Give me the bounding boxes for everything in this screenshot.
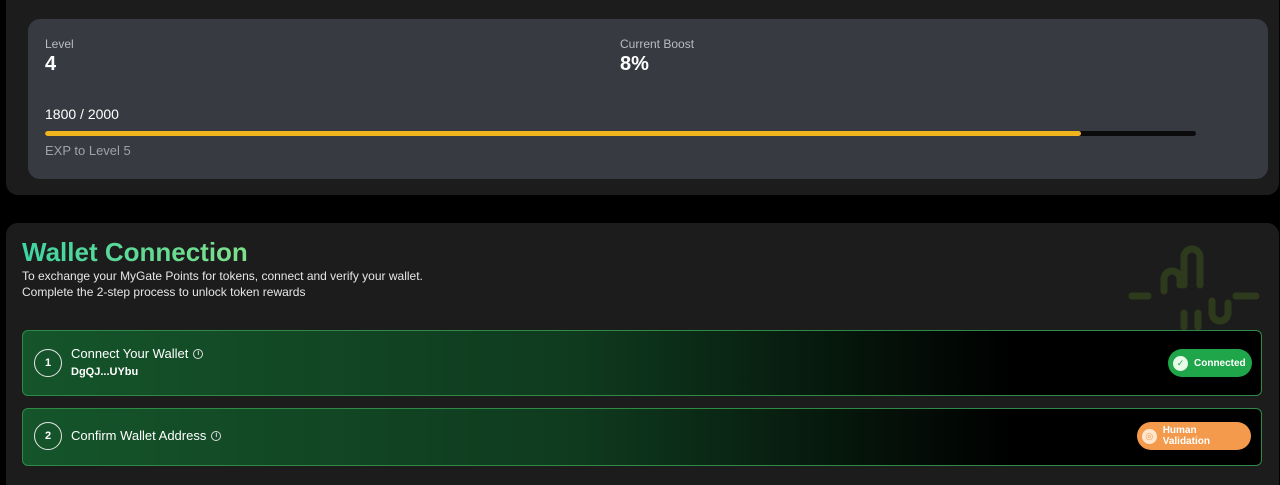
connected-status-label: Connected	[1194, 357, 1246, 369]
connected-status-badge[interactable]: ✓ Connected	[1168, 349, 1252, 377]
exp-progress-bar	[45, 131, 1196, 136]
check-icon: ✓	[1173, 355, 1188, 371]
wallet-title: Wallet Connection	[22, 237, 248, 267]
level-value: 4	[45, 53, 57, 75]
wallet-description-line2: Complete the 2-step process to unlock to…	[22, 285, 306, 299]
step-number: 2	[34, 422, 62, 450]
fingerprint-icon: ◎	[1142, 428, 1157, 444]
step-title: Confirm Wallet Address i	[71, 428, 222, 443]
wallet-address: DgQJ...UYbu	[71, 366, 139, 378]
step-number: 1	[34, 349, 62, 377]
step-title-text: Connect Your Wallet	[71, 346, 189, 361]
step-connect-wallet: 1 Connect Your Wallet i DgQJ...UYbu ✓ Co…	[22, 330, 1262, 396]
human-validation-label: Human Validation	[1162, 425, 1210, 447]
exp-progress-text: 1800 / 2000	[45, 106, 119, 122]
wallet-panel: Wallet Connection To exchange your MyGat…	[6, 223, 1279, 485]
step-title: Connect Your Wallet i	[71, 346, 204, 361]
level-panel: Level 4 Current Boost 8% 1800 / 2000 EXP…	[6, 0, 1279, 195]
level-card: Level 4 Current Boost 8% 1800 / 2000 EXP…	[28, 19, 1268, 179]
human-validation-button[interactable]: ◎ Human Validation	[1137, 422, 1251, 450]
exp-caption: EXP to Level 5	[45, 143, 131, 158]
boost-label: Current Boost	[620, 37, 695, 51]
exp-progress-fill	[45, 131, 1081, 136]
step-title-text: Confirm Wallet Address	[71, 428, 207, 443]
info-icon[interactable]: i	[193, 348, 204, 359]
wallet-description-line1: To exchange your MyGate Points for token…	[22, 269, 423, 283]
step-confirm-address: 2 Confirm Wallet Address i ◎ Human Valid…	[22, 408, 1262, 466]
boost-value: 8%	[620, 53, 649, 75]
level-label: Level	[45, 37, 74, 51]
info-icon[interactable]: i	[211, 430, 222, 441]
mygate-logo-icon	[1128, 245, 1260, 331]
